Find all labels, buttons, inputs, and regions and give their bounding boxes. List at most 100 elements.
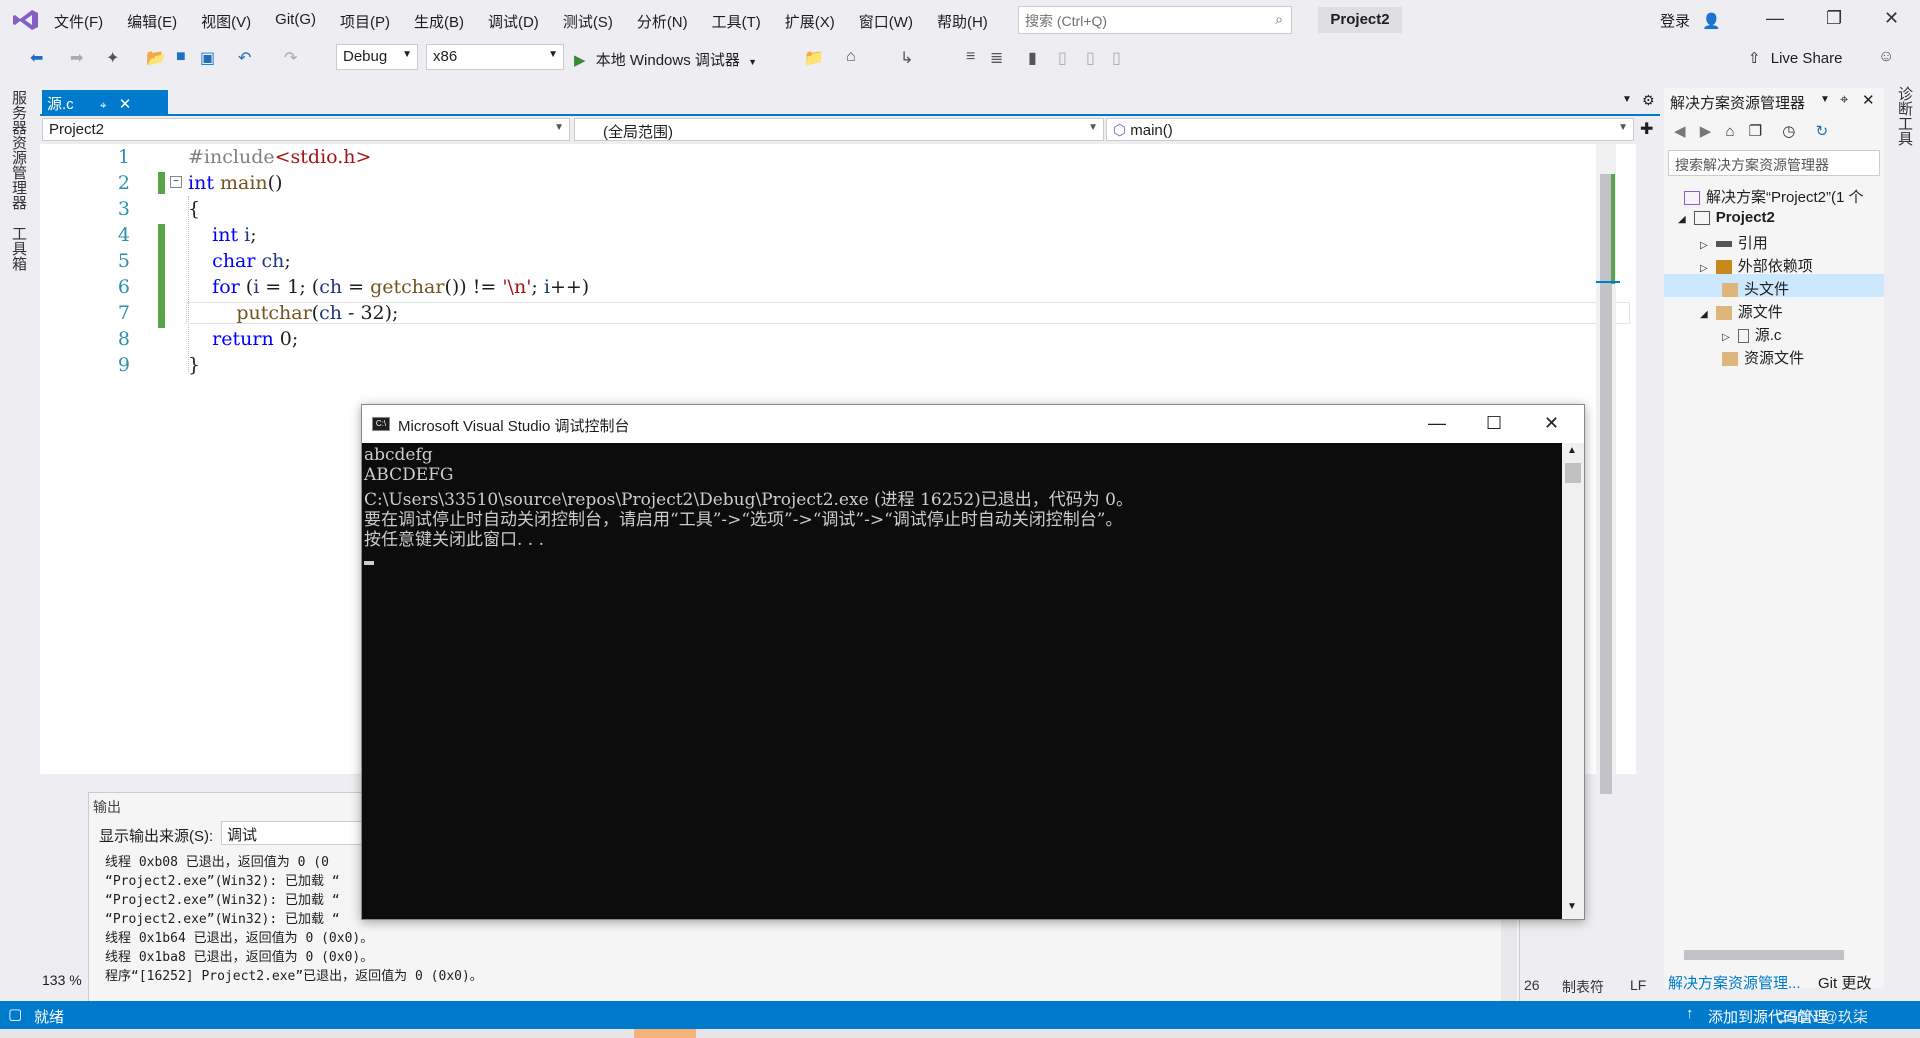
tree-source-c[interactable]: ▷ 源.c: [1722, 324, 1781, 345]
browse-icon[interactable]: 📁: [804, 48, 824, 68]
close-icon[interactable]: ✕: [1544, 413, 1559, 434]
toolbox-tab[interactable]: 工具箱: [8, 226, 29, 271]
indent-icon[interactable]: ≡: [966, 48, 975, 66]
status-eol[interactable]: LF: [1630, 977, 1646, 993]
tree-project[interactable]: ◢ Project2: [1678, 209, 1775, 226]
expand-icon[interactable]: ▷: [1700, 240, 1708, 251]
menu-help[interactable]: 帮助(H): [937, 11, 988, 32]
back-icon[interactable]: ◀: [1674, 123, 1686, 140]
menu-project[interactable]: 项目(P): [340, 11, 390, 32]
tab-overflow-icon[interactable]: ▼: [1622, 94, 1632, 105]
sync-icon[interactable]: ↻: [1816, 123, 1829, 140]
configuration-select[interactable]: Debug ▼: [336, 44, 418, 70]
tree-references[interactable]: ▷ 引用: [1700, 232, 1768, 253]
back-icon[interactable]: ⬅: [30, 48, 43, 68]
zoom-level[interactable]: 133 %: [42, 972, 82, 988]
menu-analyze[interactable]: 分析(N): [637, 11, 688, 32]
tab-source-c[interactable]: 源.c ⌖ ✕: [42, 90, 168, 114]
close-tab-icon[interactable]: ✕: [119, 96, 132, 113]
start-debugging-button[interactable]: ▶ 本地 Windows 调试器 ▼: [574, 49, 757, 70]
console-scrollbar[interactable]: ▲ ▼: [1562, 443, 1584, 919]
scroll-up-icon[interactable]: ▲: [1567, 445, 1577, 456]
menu-git[interactable]: Git(G): [275, 11, 316, 32]
editor-scrollbar[interactable]: [1596, 144, 1620, 794]
server-explorer-tab[interactable]: 服务器资源管理器: [8, 90, 29, 210]
minimize-icon[interactable]: —: [1766, 8, 1784, 29]
live-share-button[interactable]: ⇧ Live Share: [1748, 49, 1842, 67]
console-output[interactable]: abcdefg ABCDEFG C:\Users\33510\source\re…: [362, 443, 1562, 919]
maximize-icon[interactable]: ☐: [1486, 413, 1502, 434]
c-file-icon: [1737, 329, 1749, 344]
new-project-icon[interactable]: ✦: [106, 48, 119, 68]
chevron-down-icon[interactable]: ▼: [748, 57, 757, 67]
right-tool-strip: 诊断工具: [1886, 80, 1920, 1000]
collapse-icon[interactable]: −: [170, 176, 182, 188]
change-marker: [158, 224, 165, 328]
search-input[interactable]: 搜索 (Ctrl+Q) ⌕: [1018, 6, 1292, 34]
chevron-down-icon[interactable]: ▼: [1820, 94, 1830, 105]
expand-icon[interactable]: ▷: [1700, 263, 1708, 274]
horizontal-scrollbar[interactable]: [1684, 950, 1844, 960]
menu-edit[interactable]: 编辑(E): [127, 11, 177, 32]
solution-search-input[interactable]: 搜索解决方案资源管理器: [1668, 150, 1880, 176]
tree-header-files[interactable]: 头文件: [1722, 278, 1789, 299]
member-nav-select[interactable]: ⬡ main() ▼: [1106, 118, 1634, 141]
forward-icon[interactable]: ▶: [1700, 123, 1712, 140]
menu-debug[interactable]: 调试(D): [488, 11, 539, 32]
home-icon[interactable]: ⌂: [846, 48, 856, 66]
pin-icon[interactable]: ⌖: [1840, 91, 1848, 108]
pin-icon[interactable]: ⌖: [100, 98, 107, 112]
tree-source-files[interactable]: ◢ 源文件: [1700, 301, 1783, 322]
tree-solution[interactable]: 解决方案“Project2”(1 个: [1684, 186, 1864, 207]
feedback-icon[interactable]: ☺: [1878, 48, 1894, 66]
menu-file[interactable]: 文件(F): [54, 11, 103, 32]
undo-icon[interactable]: ↶: [238, 48, 251, 68]
next-bookmark-icon[interactable]: ▯: [1086, 48, 1095, 68]
scrollbar-thumb[interactable]: [1565, 463, 1581, 483]
home-icon[interactable]: ⌂: [1725, 123, 1734, 140]
tab-git-changes[interactable]: Git 更改: [1818, 972, 1871, 993]
clear-bookmarks-icon[interactable]: ▯: [1112, 48, 1121, 68]
close-icon[interactable]: ✕: [1862, 91, 1875, 109]
tree-resource-files[interactable]: 资源文件: [1722, 347, 1804, 368]
settings-gear-icon[interactable]: ⚙: [1642, 92, 1655, 109]
menu-tools[interactable]: 工具(T): [712, 11, 761, 32]
menu-extensions[interactable]: 扩展(X): [785, 11, 835, 32]
current-line-highlight: [186, 302, 1630, 324]
outdent-icon[interactable]: ≣: [990, 48, 1003, 68]
prev-bookmark-icon[interactable]: ▯: [1058, 48, 1067, 68]
login-link[interactable]: 登录 👤: [1660, 10, 1721, 31]
open-folder-icon[interactable]: 📂: [146, 48, 166, 68]
save-all-icon[interactable]: ▣: [200, 48, 215, 68]
step-icon[interactable]: ↳: [900, 48, 913, 68]
console-line: abcdefg: [364, 445, 433, 465]
menu-build[interactable]: 生成(B): [414, 11, 464, 32]
menu-test[interactable]: 测试(S): [563, 11, 613, 32]
platform-select[interactable]: x86 ▼: [426, 44, 564, 70]
status-tab-mode[interactable]: 制表符: [1562, 977, 1604, 997]
history-icon[interactable]: ◷: [1782, 123, 1795, 140]
bookmark-icon[interactable]: ▮: [1028, 48, 1037, 68]
expand-icon[interactable]: ◢: [1678, 214, 1686, 225]
tree-external-deps[interactable]: ▷ 外部依赖项: [1700, 255, 1813, 276]
menu-window[interactable]: 窗口(W): [859, 11, 913, 32]
debug-console-window[interactable]: C:\ Microsoft Visual Studio 调试控制台 — ☐ ✕ …: [361, 404, 1585, 920]
redo-icon[interactable]: ↷: [284, 48, 297, 68]
expand-icon[interactable]: ▷: [1722, 332, 1730, 343]
save-icon[interactable]: ■: [176, 48, 186, 66]
project-nav-select[interactable]: Project2 ▼: [42, 118, 570, 141]
scroll-down-icon[interactable]: ▼: [1567, 901, 1577, 912]
scope-nav-select[interactable]: (全局范围) ▼: [574, 118, 1104, 141]
console-title-bar[interactable]: C:\ Microsoft Visual Studio 调试控制台 — ☐ ✕: [362, 405, 1584, 443]
diagnostics-tab[interactable]: 诊断工具: [1894, 86, 1915, 146]
switch-views-icon[interactable]: ❐: [1749, 123, 1762, 140]
tab-solution-explorer[interactable]: 解决方案资源管理...: [1668, 972, 1801, 993]
minimize-icon[interactable]: —: [1428, 413, 1446, 434]
expand-icon[interactable]: ◢: [1700, 309, 1708, 320]
visual-studio-logo-icon[interactable]: [12, 8, 40, 32]
split-editor-icon[interactable]: ✚: [1640, 119, 1653, 139]
restore-icon[interactable]: ❐: [1826, 8, 1842, 29]
forward-icon[interactable]: ➡: [70, 48, 83, 68]
close-icon[interactable]: ✕: [1884, 8, 1899, 29]
menu-view[interactable]: 视图(V): [201, 11, 251, 32]
